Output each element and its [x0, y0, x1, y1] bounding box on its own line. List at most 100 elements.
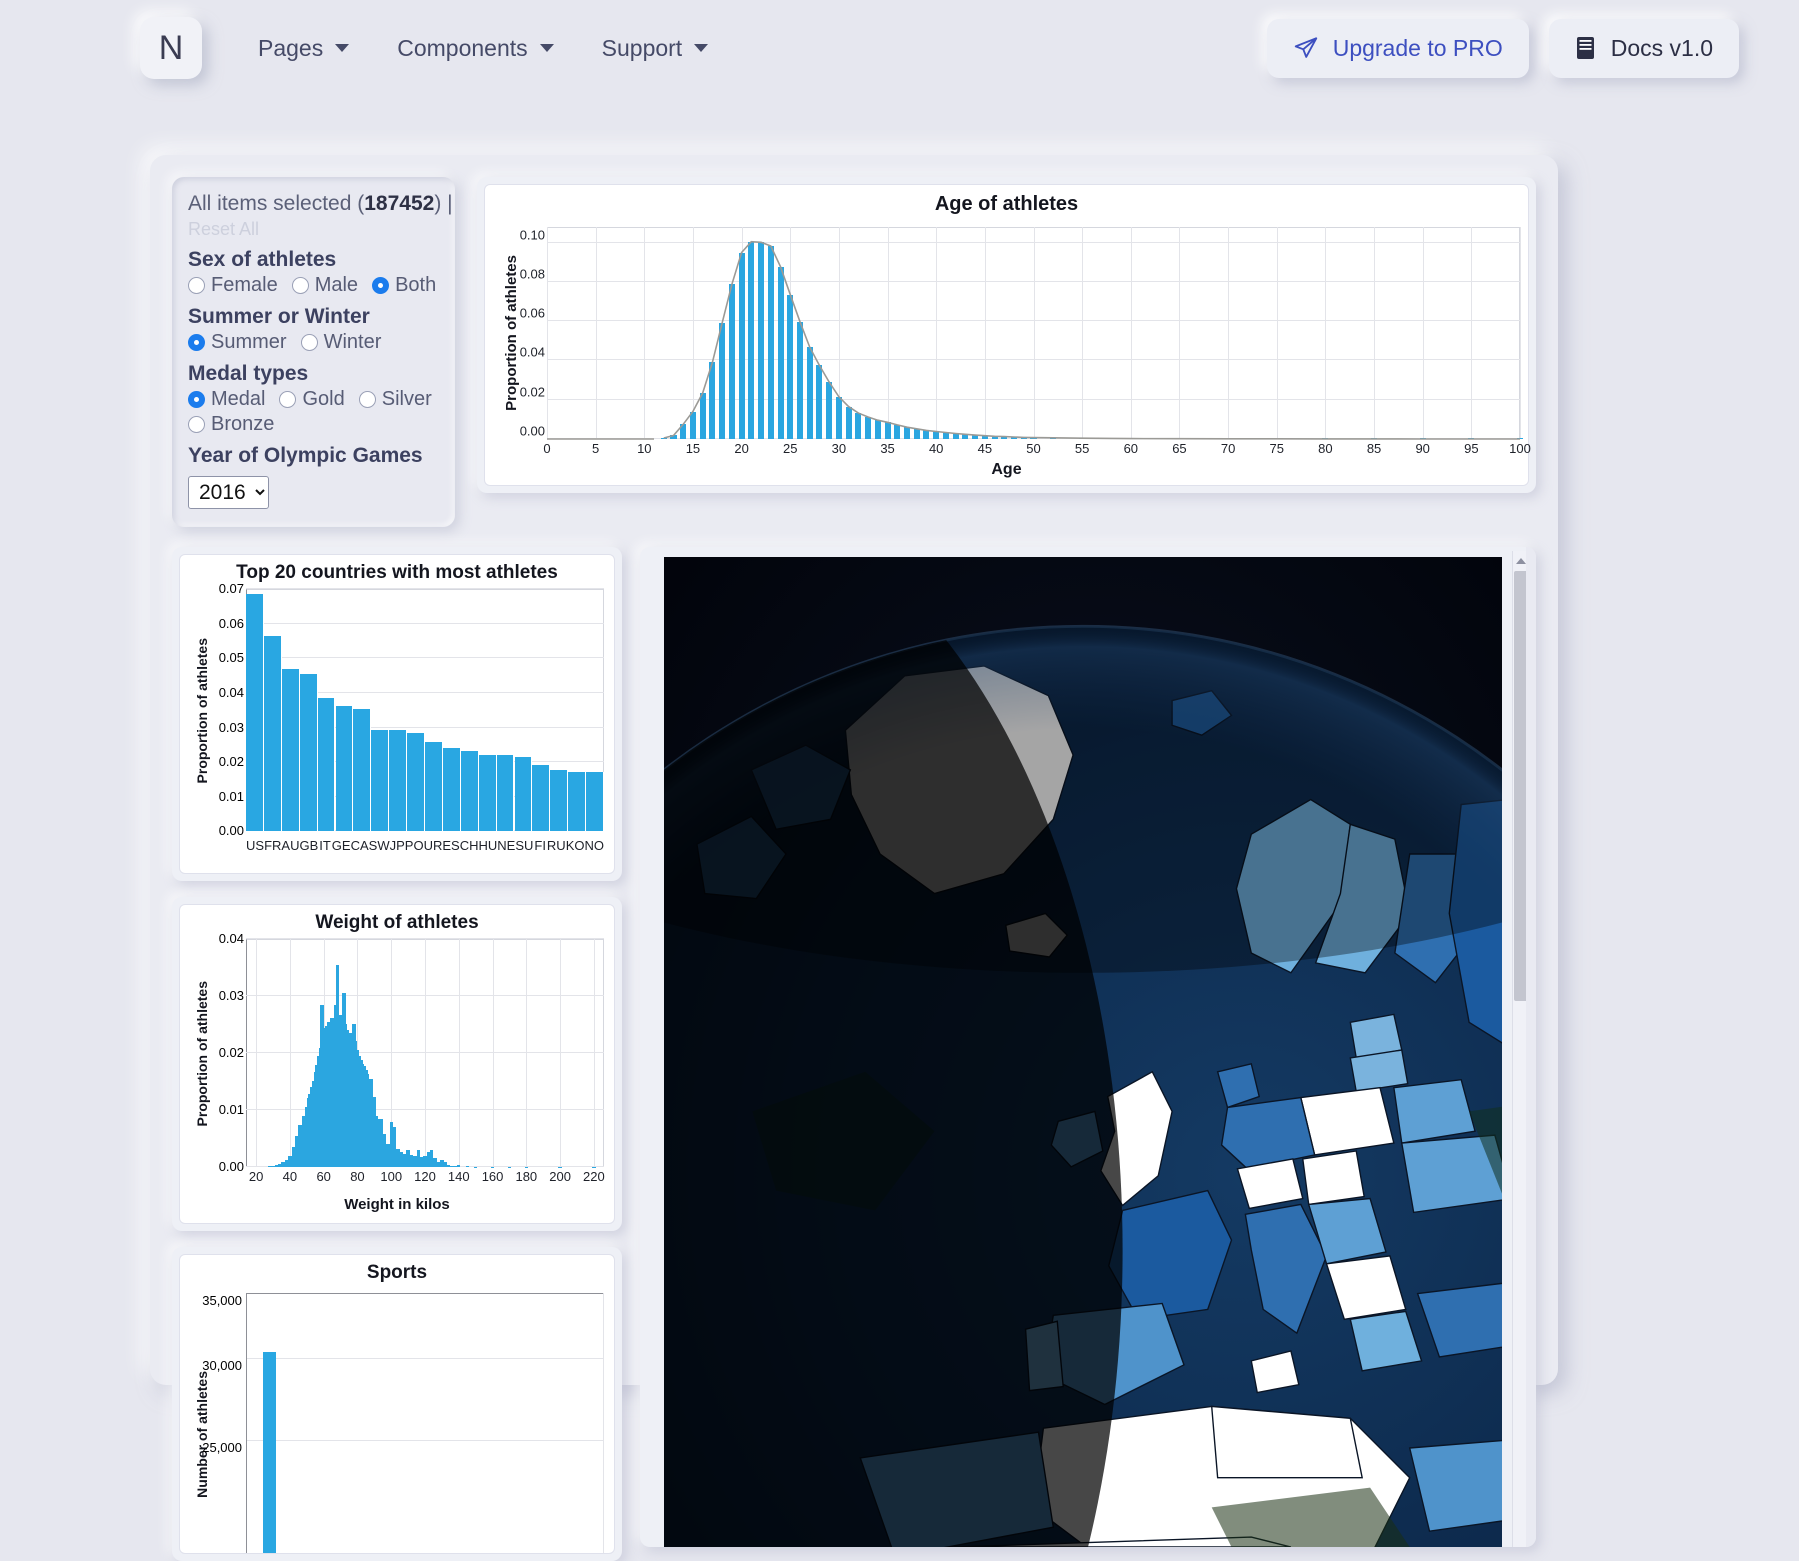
age-chart-plot-area: [547, 227, 1523, 440]
countries-xtick: IT: [319, 838, 331, 854]
sports-chart-plot-area: [246, 1293, 604, 1554]
radio-bronze-indicator[interactable]: [188, 416, 205, 434]
countries-gridline: [246, 622, 604, 624]
radio-both[interactable]: Both: [372, 274, 436, 297]
age-ytick: 0.10: [519, 227, 545, 243]
countries-bar: [389, 730, 408, 832]
age-chart-container: Age of athletes Proportion of athletes 0…: [477, 177, 1536, 493]
countries-chart-plot-area: [246, 588, 604, 832]
countries-xtick: CH: [459, 838, 479, 854]
radio-summer[interactable]: Summer: [188, 331, 287, 354]
dashboard-card: All items selected (187452) | Reset All …: [150, 155, 1558, 1561]
countries-xtick: FI: [534, 838, 546, 854]
radio-silver-label: Silver: [381, 388, 432, 411]
brand-logo[interactable]: N: [140, 17, 202, 79]
sports-chart-title: Sports: [366, 1262, 428, 1284]
radio-gold[interactable]: Gold: [279, 388, 345, 411]
radio-bronze[interactable]: Bronze: [188, 413, 274, 436]
nav-item-pages-label: Pages: [258, 34, 324, 61]
weight-bar: [558, 1166, 562, 1168]
upgrade-to-pro-button[interactable]: Upgrade to PRO: [1266, 18, 1529, 78]
age-xtick: 35: [880, 441, 895, 456]
age-xtick: 95: [1464, 441, 1479, 456]
countries-xtick: FR: [264, 838, 282, 854]
countries-xtick: UR: [423, 838, 443, 854]
radio-gold-indicator[interactable]: [279, 391, 297, 409]
radio-summer-indicator[interactable]: [188, 334, 205, 352]
age-xtick: 90: [1415, 441, 1430, 456]
weight-bar: [507, 1166, 512, 1168]
sports-chart-container: Sports Number of athletes 35,000 30,000 …: [172, 1247, 622, 1561]
weight-chart: Weight of athletes Proportion of athlete…: [179, 904, 615, 1225]
nav-item-support[interactable]: Support: [602, 35, 709, 62]
radio-silver-indicator[interactable]: [358, 391, 376, 409]
top-navbar: N Pages Components Support Upgrade to PR…: [0, 0, 1799, 96]
radio-winter-indicator[interactable]: [300, 334, 318, 352]
age-xtick: 60: [1123, 441, 1139, 456]
countries-bar: [299, 673, 318, 832]
chevron-down-icon: [694, 44, 709, 52]
weight-gridline-h: [246, 995, 604, 997]
age-xtick: 80: [1318, 441, 1333, 456]
world-globe-choropleth[interactable]: [664, 557, 1502, 1548]
countries-ytick: 0.05: [218, 650, 244, 666]
weight-ytick: 0.02: [218, 1045, 244, 1061]
countries-bar: [532, 764, 551, 832]
countries-bar: [550, 770, 569, 832]
radio-female-indicator[interactable]: [188, 277, 205, 295]
age-xtick: 25: [783, 441, 798, 456]
countries-xtick: SU: [515, 838, 534, 854]
radio-medal[interactable]: Medal: [188, 388, 265, 411]
countries-xtick: CA: [350, 838, 369, 854]
filter-group-season: Summer Winter: [188, 331, 439, 354]
age-xtick: 10: [637, 441, 652, 456]
selection-count: 187452: [364, 192, 435, 215]
weight-chart-container: Weight of athletes Proportion of athlete…: [172, 897, 622, 1232]
radio-male-indicator[interactable]: [291, 277, 309, 295]
weight-chart-yticks: 0.00 0.01 0.02 0.03 0.04: [204, 931, 244, 1174]
weight-bar: [465, 1166, 469, 1168]
countries-bar: [335, 706, 354, 832]
filter-group-title-year: Year of Olympic Games: [188, 444, 423, 468]
radio-male[interactable]: Male: [291, 274, 358, 297]
weight-xtick: 60: [316, 1169, 331, 1185]
age-ytick: 0.02: [519, 384, 545, 400]
sports-gridline-30000: [247, 1358, 604, 1360]
age-kde-curve: [547, 240, 1520, 440]
weight-gridline-h: [246, 938, 604, 940]
docs-button[interactable]: Docs v1.0: [1548, 18, 1739, 78]
book-icon: [1575, 36, 1597, 60]
countries-gridline: [246, 588, 604, 590]
countries-bar: [460, 751, 479, 832]
countries-xtick: KO: [565, 838, 585, 854]
age-ytick: 0.04: [519, 344, 545, 360]
reset-all-button[interactable]: Reset All: [188, 219, 439, 240]
brand-letter: N: [158, 28, 184, 67]
nav-links: Pages Components Support: [258, 34, 709, 62]
countries-bar: [281, 669, 300, 832]
sports-ytick-25000: 25,000: [202, 1440, 242, 1456]
year-select[interactable]: 20162012200820042000: [188, 476, 269, 510]
radio-medal-indicator[interactable]: [188, 391, 205, 409]
dashboard-bottom-row: Top 20 countries with most athletes Prop…: [172, 547, 1536, 1561]
scrollbar-outer-track[interactable]: [1526, 547, 1536, 1548]
countries-bar: [568, 772, 587, 832]
filters-panel: All items selected (187452) | Reset All …: [172, 177, 455, 528]
countries-ytick: 0.06: [218, 615, 244, 631]
radio-winter[interactable]: Winter: [300, 331, 381, 354]
radio-both-indicator[interactable]: [372, 277, 390, 295]
nav-item-components[interactable]: Components: [397, 35, 554, 62]
weight-xtick: 20: [248, 1169, 264, 1185]
upgrade-to-pro-label: Upgrade to PRO: [1332, 34, 1503, 61]
countries-bar: [353, 709, 372, 832]
weight-xtick: 40: [282, 1169, 298, 1185]
radio-silver[interactable]: Silver: [358, 388, 432, 411]
countries-ytick: 0.00: [218, 823, 244, 839]
age-chart: Age of athletes Proportion of athletes 0…: [484, 184, 1531, 486]
countries-ytick: 0.03: [218, 719, 244, 735]
radio-female[interactable]: Female: [188, 274, 278, 297]
weight-xtick: 140: [447, 1169, 470, 1185]
nav-item-pages[interactable]: Pages: [258, 34, 350, 62]
weight-gridline-v: [492, 939, 494, 1168]
weight-ytick: 0.01: [218, 1102, 244, 1118]
